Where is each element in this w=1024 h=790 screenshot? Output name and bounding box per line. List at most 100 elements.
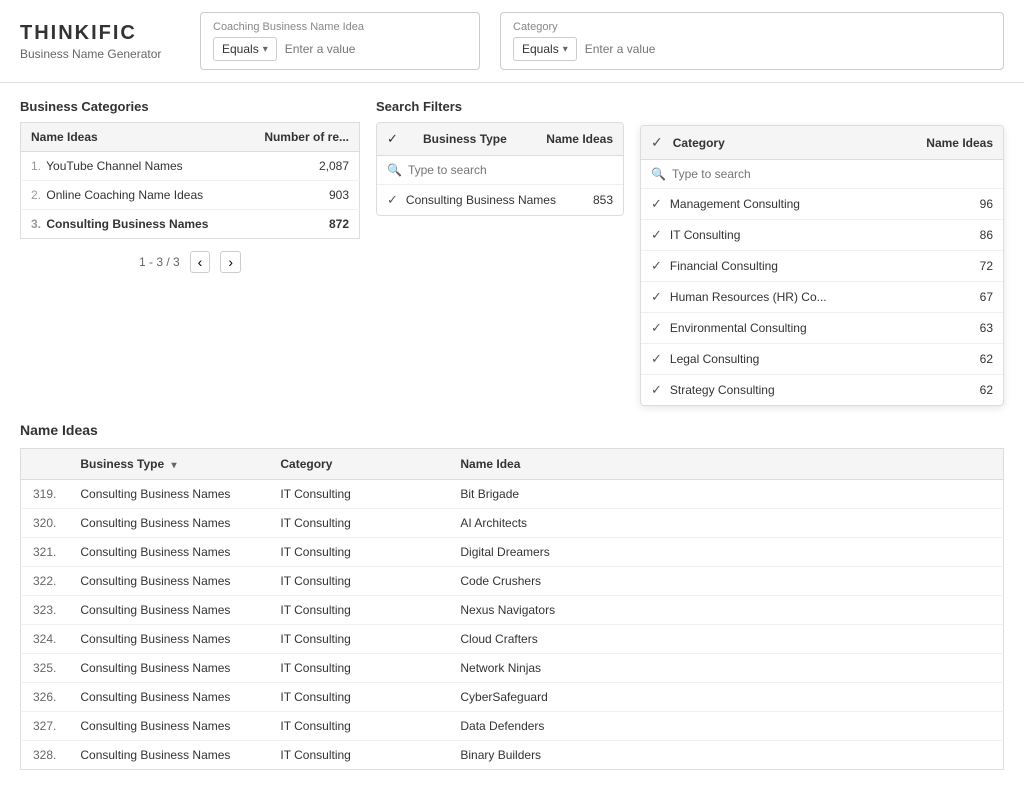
cd-item-count: 62 <box>980 383 993 397</box>
table-row: 326. Consulting Business Names IT Consul… <box>21 683 1004 712</box>
filter-coaching-operator-text: Equals <box>222 42 259 56</box>
business-categories-table: Name Ideas Number of re... 1. YouTube Ch… <box>20 122 360 239</box>
bc-cell-count: 2,087 <box>242 152 360 181</box>
logo: THINKIFIC <box>20 22 180 45</box>
cd-item-name: Legal Consulting <box>670 352 972 366</box>
list-item[interactable]: ✓ Human Resources (HR) Co... 67 <box>641 282 1003 313</box>
filter-category-label: Category <box>513 21 991 33</box>
search-filters-title: Search Filters <box>376 99 624 114</box>
search-filters-box: ✓ Business Type Name Ideas 🔍 ✓ Consultin… <box>376 122 624 216</box>
list-item[interactable]: ✓ Environmental Consulting 63 <box>641 313 1003 344</box>
list-item[interactable]: ✓ Management Consulting 96 <box>641 189 1003 220</box>
cd-item-name: Human Resources (HR) Co... <box>670 290 972 304</box>
ni-row-category: IT Consulting <box>268 509 448 538</box>
filter-category-input[interactable] <box>585 42 991 56</box>
cd-header-check-icon: ✓ <box>651 134 663 151</box>
sf-header: ✓ Business Type Name Ideas <box>377 123 623 156</box>
cd-item-check-icon: ✓ <box>651 382 662 398</box>
pagination-next[interactable]: › <box>220 251 241 273</box>
list-item[interactable]: ✓ Financial Consulting 72 <box>641 251 1003 282</box>
filter-coaching-dropdown-icon: ▾ <box>263 44 268 55</box>
sf-search-icon: 🔍 <box>387 163 402 177</box>
category-dropdown: ✓ Category Name Ideas 🔍 ✓ Management Con… <box>640 125 1004 406</box>
ni-row-business-type: Consulting Business Names <box>68 509 268 538</box>
ni-row-category: IT Consulting <box>268 712 448 741</box>
ni-row-category: IT Consulting <box>268 654 448 683</box>
ni-row-name-idea: Data Defenders <box>448 712 1003 741</box>
cd-search-input[interactable] <box>672 167 993 181</box>
table-row[interactable]: 2. Online Coaching Name Ideas 903 <box>21 181 360 210</box>
list-item[interactable]: ✓ IT Consulting 86 <box>641 220 1003 251</box>
sf-items: ✓ Consulting Business Names 853 <box>377 185 623 215</box>
filter-coaching-label: Coaching Business Name Idea <box>213 21 467 33</box>
bc-cell-count: 872 <box>242 210 360 239</box>
table-row: 324. Consulting Business Names IT Consul… <box>21 625 1004 654</box>
cd-scroll-container[interactable]: ✓ Management Consulting 96 ✓ IT Consulti… <box>641 189 1003 405</box>
sf-search-input[interactable] <box>408 163 613 177</box>
table-row: 328. Consulting Business Names IT Consul… <box>21 741 1004 770</box>
cd-items: ✓ Management Consulting 96 ✓ IT Consulti… <box>641 189 1003 405</box>
sf-header-check-icon: ✓ <box>387 131 403 147</box>
ni-row-category: IT Consulting <box>268 625 448 654</box>
filter-coaching-operator[interactable]: Equals ▾ <box>213 37 277 61</box>
table-row[interactable]: 3. Consulting Business Names 872 <box>21 210 360 239</box>
filter-category-operator[interactable]: Equals ▾ <box>513 37 577 61</box>
table-row: 325. Consulting Business Names IT Consul… <box>21 654 1004 683</box>
sf-item-check-icon: ✓ <box>387 192 398 208</box>
sf-search-row: 🔍 <box>377 156 623 185</box>
ni-row-num: 326. <box>21 683 69 712</box>
sf-col2-label: Name Ideas <box>546 132 613 146</box>
list-item[interactable]: ✓ Consulting Business Names 853 <box>377 185 623 215</box>
table-row[interactable]: 1. YouTube Channel Names 2,087 <box>21 152 360 181</box>
ni-row-name-idea: Binary Builders <box>448 741 1003 770</box>
ni-row-business-type: Consulting Business Names <box>68 625 268 654</box>
ni-row-num: 324. <box>21 625 69 654</box>
cd-item-name: Management Consulting <box>670 197 972 211</box>
ni-row-business-type: Consulting Business Names <box>68 596 268 625</box>
filter-category: Category Equals ▾ <box>500 12 1004 70</box>
ni-row-business-type: Consulting Business Names <box>68 538 268 567</box>
ni-row-num: 320. <box>21 509 69 538</box>
ni-row-category: IT Consulting <box>268 596 448 625</box>
header: THINKIFIC Business Name Generator Coachi… <box>0 0 1024 83</box>
table-row: 323. Consulting Business Names IT Consul… <box>21 596 1004 625</box>
ni-col-business-type[interactable]: Business Type ▾ <box>68 449 268 480</box>
ni-col-num <box>21 449 69 480</box>
ni-row-category: IT Consulting <box>268 567 448 596</box>
cd-item-check-icon: ✓ <box>651 289 662 305</box>
ni-row-name-idea: Nexus Navigators <box>448 596 1003 625</box>
cd-header: ✓ Category Name Ideas <box>641 126 1003 160</box>
ni-row-business-type: Consulting Business Names <box>68 683 268 712</box>
ni-row-business-type: Consulting Business Names <box>68 480 268 509</box>
cd-col2-label: Name Ideas <box>926 136 993 150</box>
table-row: 322. Consulting Business Names IT Consul… <box>21 567 1004 596</box>
name-ideas-section: Name Ideas Business Type ▾ Category Name… <box>0 422 1024 790</box>
list-item[interactable]: ✓ Strategy Consulting 62 <box>641 375 1003 405</box>
ni-row-num: 325. <box>21 654 69 683</box>
ni-row-category: IT Consulting <box>268 538 448 567</box>
main-panels: Business Categories Name Ideas Number of… <box>0 83 1024 422</box>
cd-item-check-icon: ✓ <box>651 196 662 212</box>
cd-item-count: 86 <box>980 228 993 242</box>
pagination-prev[interactable]: ‹ <box>190 251 211 273</box>
filter-coaching: Coaching Business Name Idea Equals ▾ <box>200 12 480 70</box>
ni-row-num: 323. <box>21 596 69 625</box>
list-item[interactable]: ✓ Legal Consulting 62 <box>641 344 1003 375</box>
table-row: 327. Consulting Business Names IT Consul… <box>21 712 1004 741</box>
filter-coaching-input[interactable] <box>285 42 467 56</box>
filter-category-dropdown-icon: ▾ <box>563 44 568 55</box>
search-filters-panel: Search Filters ✓ Business Type Name Idea… <box>360 99 640 406</box>
cd-item-count: 67 <box>980 290 993 304</box>
cd-item-name: IT Consulting <box>670 228 972 242</box>
ni-col-name-idea: Name Idea <box>448 449 1003 480</box>
cd-item-name: Financial Consulting <box>670 259 972 273</box>
category-dropdown-panel: ✓ Category Name Ideas 🔍 ✓ Management Con… <box>640 99 1004 406</box>
business-categories-title: Business Categories <box>20 99 360 114</box>
pagination-info: 1 - 3 / 3 <box>139 255 180 269</box>
bc-cell-name: 3. Consulting Business Names <box>21 210 242 239</box>
ni-row-name-idea: Network Ninjas <box>448 654 1003 683</box>
cd-item-name: Strategy Consulting <box>670 383 972 397</box>
ni-row-num: 319. <box>21 480 69 509</box>
cd-item-check-icon: ✓ <box>651 320 662 336</box>
ni-row-business-type: Consulting Business Names <box>68 654 268 683</box>
